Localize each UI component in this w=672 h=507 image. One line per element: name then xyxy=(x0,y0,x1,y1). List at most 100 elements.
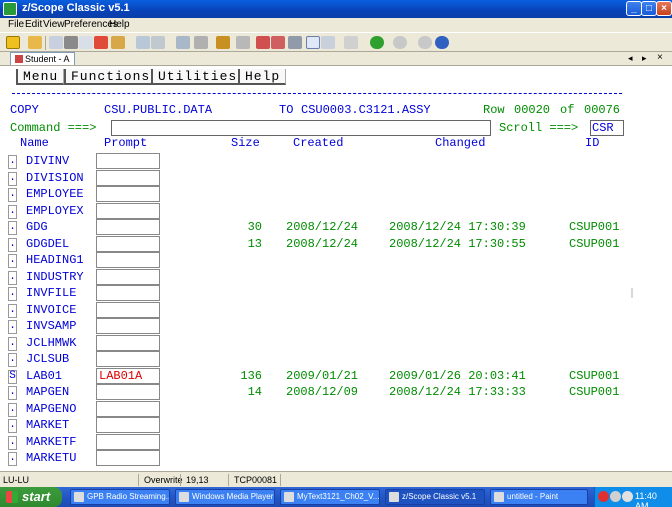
cut-icon[interactable] xyxy=(64,36,78,49)
security-icon[interactable] xyxy=(598,491,609,502)
prompt-field[interactable] xyxy=(96,219,160,235)
terminal-screen[interactable]: Menu Functions Utilities Help COPY CSU.P… xyxy=(0,66,672,471)
menu-help[interactable]: Help xyxy=(109,19,130,30)
minimize-button[interactable]: _ xyxy=(626,1,642,16)
command-input[interactable] xyxy=(111,120,491,136)
screen-icon[interactable] xyxy=(306,36,320,49)
status-divider xyxy=(228,474,229,486)
refresh-icon[interactable] xyxy=(418,36,432,49)
back-icon[interactable] xyxy=(370,36,384,49)
help-icon[interactable] xyxy=(435,36,449,49)
close-button[interactable]: × xyxy=(656,1,672,16)
prompt-field[interactable] xyxy=(96,351,160,367)
tab-close-icon[interactable]: × xyxy=(657,52,663,63)
prompt-field[interactable] xyxy=(96,252,160,268)
prompt-field[interactable] xyxy=(96,153,160,169)
print-icon[interactable] xyxy=(49,36,63,49)
prompt-field[interactable]: LAB01A xyxy=(96,368,160,384)
prompt-field[interactable] xyxy=(96,401,160,417)
tab-student-a[interactable]: Student - A xyxy=(10,52,75,65)
send-file-icon[interactable] xyxy=(271,36,285,49)
terminal-menu-button[interactable]: Menu xyxy=(16,69,65,85)
task-zscope[interactable]: z/Scope Classic v5.1 xyxy=(385,489,485,505)
tab-scroll-right-icon[interactable]: ▸ xyxy=(642,53,647,64)
copy-icon[interactable] xyxy=(79,36,93,49)
task-media-player[interactable]: Windows Media Player xyxy=(175,489,275,505)
row-select-field[interactable]: . xyxy=(8,188,17,202)
row-select-field[interactable]: . xyxy=(8,155,17,169)
row-select-field[interactable]: . xyxy=(8,172,17,186)
delete-icon[interactable] xyxy=(94,36,108,49)
view-icon[interactable] xyxy=(321,36,335,49)
prompt-field[interactable] xyxy=(96,434,160,450)
prompt-field[interactable] xyxy=(96,335,160,351)
prompt-field[interactable] xyxy=(96,384,160,400)
maximize-button[interactable]: □ xyxy=(641,1,657,16)
member-name: EMPLOYEE xyxy=(26,187,84,201)
prompt-field[interactable] xyxy=(96,186,160,202)
member-changed: 2008/12/24 17:30:39 xyxy=(389,220,526,234)
member-id: CSUP001 xyxy=(569,385,620,399)
row-label: Row xyxy=(483,103,505,117)
prompt-field[interactable] xyxy=(96,269,160,285)
row-select-field[interactable]: . xyxy=(8,353,17,367)
row-select-field[interactable]: . xyxy=(8,419,17,433)
prompt-field[interactable] xyxy=(96,318,160,334)
scroll-input[interactable]: CSR xyxy=(590,120,624,136)
forward-icon[interactable] xyxy=(393,36,407,49)
row-select-field[interactable]: . xyxy=(8,337,17,351)
row-select-field[interactable]: . xyxy=(8,403,17,417)
row-select-field[interactable]: . xyxy=(8,304,17,318)
prompt-field[interactable] xyxy=(96,417,160,433)
row-select-field[interactable]: . xyxy=(8,254,17,268)
paste-icon[interactable] xyxy=(111,36,125,49)
tab-scroll-left-icon[interactable]: ◂ xyxy=(628,53,633,64)
terminal-functions-button[interactable]: Functions xyxy=(64,69,157,85)
tools-icon[interactable] xyxy=(236,36,250,49)
network-icon[interactable] xyxy=(610,491,621,502)
prompt-field[interactable] xyxy=(96,450,160,466)
row-select-field[interactable]: . xyxy=(8,320,17,334)
connect-icon[interactable] xyxy=(6,36,20,49)
row-select-field[interactable]: . xyxy=(8,452,17,466)
row-select-field[interactable]: . xyxy=(8,287,17,301)
clock: 11:40 AM xyxy=(635,491,657,507)
paste-special-icon[interactable] xyxy=(151,36,165,49)
task-gpb-radio[interactable]: GPB Radio Streaming... xyxy=(70,489,170,505)
status-divider xyxy=(138,474,139,486)
row-select-field[interactable]: . xyxy=(8,221,17,235)
open-folder-icon[interactable] xyxy=(28,36,42,49)
prompt-field[interactable] xyxy=(96,285,160,301)
scroll-label: Scroll ===> xyxy=(499,121,579,135)
row-select-field[interactable]: . xyxy=(8,271,17,285)
start-button[interactable]: start xyxy=(0,487,62,507)
terminal-help-button[interactable]: Help xyxy=(238,69,287,85)
menu-view[interactable]: View xyxy=(43,19,65,30)
prompt-field[interactable] xyxy=(96,302,160,318)
row-select-field[interactable]: . xyxy=(8,436,17,450)
copy-append-icon[interactable] xyxy=(136,36,150,49)
member-created: 2008/12/24 xyxy=(286,237,359,251)
volume-icon[interactable] xyxy=(622,491,633,502)
row-select-field[interactable]: . xyxy=(8,205,17,219)
prompt-field[interactable] xyxy=(96,236,160,252)
member-name: HEADING1 xyxy=(26,253,84,267)
task-word-doc[interactable]: MyText3121_Ch02_V... xyxy=(280,489,380,505)
row-select-field[interactable]: . xyxy=(8,386,17,400)
row-total: 00076 xyxy=(584,103,621,117)
row-select-field[interactable]: S xyxy=(8,370,17,384)
menu-file[interactable]: File xyxy=(8,19,24,30)
terminal-utilities-button[interactable]: Utilities xyxy=(151,69,244,85)
macro-icon[interactable] xyxy=(176,36,190,49)
row-select-field[interactable]: . xyxy=(8,238,17,252)
prompt-field[interactable] xyxy=(96,170,160,186)
receive-file-icon[interactable] xyxy=(256,36,270,49)
printer-icon[interactable] xyxy=(288,36,302,49)
prompt-field[interactable] xyxy=(96,203,160,219)
layout-icon[interactable] xyxy=(344,36,358,49)
transfer-icon[interactable] xyxy=(216,36,230,49)
menu-edit[interactable]: Edit xyxy=(25,19,42,30)
col-changed-header: Changed xyxy=(435,136,486,150)
settings-icon[interactable] xyxy=(194,36,208,49)
task-paint[interactable]: untitled - Paint xyxy=(490,489,588,505)
